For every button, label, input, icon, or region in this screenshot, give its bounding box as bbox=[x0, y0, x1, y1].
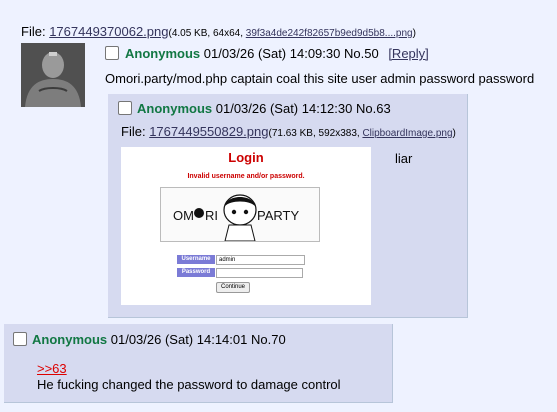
op-file-meta-close: ) bbox=[412, 28, 416, 39]
op-post-header: Anonymous 01/03/26 (Sat) 14:09:30 No.50 … bbox=[105, 46, 429, 61]
reply-63-checkbox[interactable] bbox=[118, 101, 132, 115]
reply-63-attached-image[interactable]: Login Invalid username and/or password. … bbox=[121, 147, 371, 305]
op-file-meta: (4.05 KB, 64x64, bbox=[168, 28, 246, 39]
reply-63-datetime: 01/03/26 (Sat) 14:12:30 bbox=[215, 101, 353, 116]
continue-button: Continue bbox=[216, 282, 250, 293]
op-datetime: 01/03/26 (Sat) 14:09:30 bbox=[203, 46, 341, 61]
reply-63-file-meta: (71.63 KB, 592x383, bbox=[268, 128, 363, 139]
reply-63-post-number[interactable]: No.63 bbox=[356, 101, 391, 116]
file-label: File: bbox=[121, 124, 146, 139]
login-title: Login bbox=[228, 150, 264, 165]
logo-text-party: PARTY bbox=[257, 208, 299, 223]
op-file-link[interactable]: 1767449370062.png bbox=[49, 24, 168, 39]
op-file-info: File: 1767449370062.png(4.05 KB, 64x64, … bbox=[21, 24, 416, 39]
reply-63-file-original-link[interactable]: ClipboardImage.png bbox=[362, 128, 452, 139]
op-file-original-link[interactable]: 39f3a4de242f82657b9ed9d5b8....png bbox=[246, 28, 413, 39]
logo-text-om: OM bbox=[173, 208, 194, 223]
password-field bbox=[216, 268, 303, 278]
op-thumbnail[interactable] bbox=[21, 43, 85, 107]
reply-70-checkbox[interactable] bbox=[13, 332, 27, 346]
reply-post-63: Anonymous 01/03/26 (Sat) 14:12:30 No.63 … bbox=[108, 94, 468, 318]
reply-70-comment: He fucking changed the password to damag… bbox=[37, 377, 341, 392]
reply-link[interactable]: [Reply] bbox=[388, 46, 428, 61]
op-poster-name: Anonymous bbox=[125, 46, 201, 61]
op-comment: Omori.party/mod.php captain coal this si… bbox=[105, 71, 535, 86]
reply-70-header: Anonymous 01/03/26 (Sat) 14:14:01 No.70 bbox=[32, 332, 286, 347]
reply-63-file-link[interactable]: 1767449550829.png bbox=[149, 124, 268, 139]
reply-post-70: Anonymous 01/03/26 (Sat) 14:14:01 No.70 … bbox=[4, 324, 393, 403]
username-field: admin bbox=[216, 255, 305, 265]
reply-63-file-meta-close: ) bbox=[452, 128, 456, 139]
reply-63-comment: liar bbox=[395, 151, 413, 166]
file-label: File: bbox=[21, 24, 46, 39]
username-label: Username bbox=[177, 255, 215, 264]
logo-bulb-icon bbox=[194, 208, 204, 218]
quote-link[interactable]: >>63 bbox=[37, 361, 67, 376]
op-post-number[interactable]: No.50 bbox=[344, 46, 379, 61]
reply-70-datetime: 01/03/26 (Sat) 14:14:01 bbox=[110, 332, 248, 347]
op-post-checkbox[interactable] bbox=[105, 46, 119, 60]
reply-70-post-number[interactable]: No.70 bbox=[251, 332, 286, 347]
login-error-message: Invalid username and/or password. bbox=[187, 173, 305, 180]
reply-63-file-info: File: 1767449550829.png(71.63 KB, 592x38… bbox=[121, 124, 456, 139]
reply-63-header: Anonymous 01/03/26 (Sat) 14:12:30 No.63 bbox=[137, 101, 391, 116]
omori-logo: OM RI PARTY bbox=[160, 187, 320, 242]
character-face-icon bbox=[223, 194, 257, 242]
password-label: Password bbox=[177, 268, 215, 277]
reply-63-poster-name: Anonymous bbox=[137, 101, 213, 116]
reply-70-poster-name: Anonymous bbox=[32, 332, 108, 347]
logo-text-ri: RI bbox=[205, 208, 218, 223]
